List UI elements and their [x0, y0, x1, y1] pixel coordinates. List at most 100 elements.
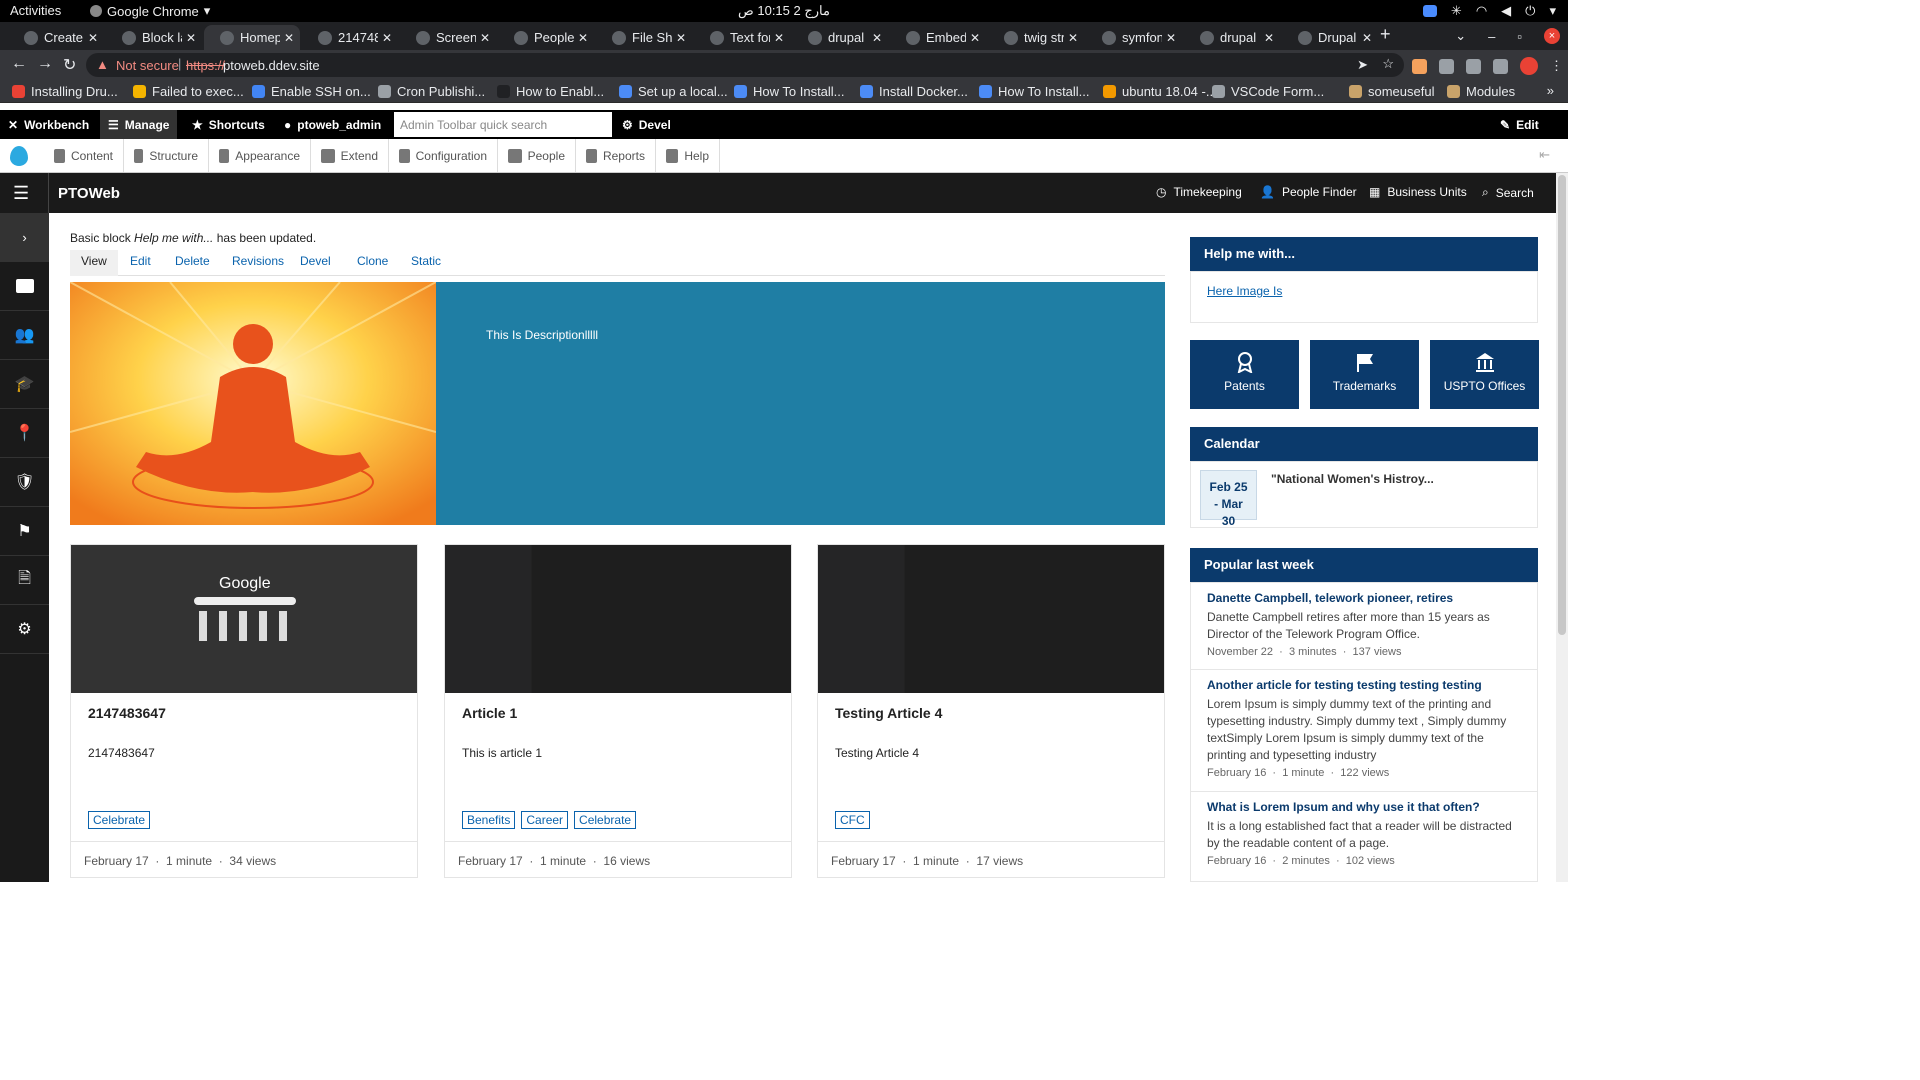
site-nav-business-units[interactable]: ▦ Business Units [1369, 185, 1467, 199]
bookmark-item[interactable]: Set up a local... [619, 84, 728, 99]
bookmark-item[interactable]: How to Enabl... [497, 84, 604, 99]
tag[interactable]: Career [521, 811, 569, 829]
site-nav-timekeeping[interactable]: ◷ Timekeeping [1156, 185, 1242, 199]
tag[interactable]: Celebrate [574, 811, 637, 829]
system-tray[interactable]: ✳ ◠ ◀ ⏻ ▾ [1422, 3, 1556, 19]
puzzle-icon[interactable] [1466, 58, 1481, 74]
close-tab-icon[interactable]: ✕ [970, 31, 980, 45]
site-title[interactable]: PTOWeb [58, 185, 120, 202]
tab-search-icon[interactable]: ⌄ [1455, 28, 1466, 44]
close-tab-icon[interactable]: ✕ [186, 31, 196, 45]
menu-dots-icon[interactable]: ⋮ [1550, 58, 1563, 74]
toolbar-manage[interactable]: ☰ Manage [100, 110, 178, 139]
hamburger-icon[interactable]: ☰ [13, 183, 29, 204]
toolbar-user[interactable]: ● ptoweb_admin [276, 110, 389, 139]
tag[interactable]: Celebrate [88, 811, 151, 829]
browser-tab[interactable]: 2147483 ✕ [302, 25, 398, 50]
close-tab-icon[interactable]: ✕ [774, 31, 784, 45]
close-tab-icon[interactable]: ✕ [88, 31, 98, 45]
forward-icon[interactable]: → [37, 55, 53, 73]
local-task-view[interactable]: View [70, 250, 118, 276]
drupal-logo-icon[interactable] [0, 139, 40, 172]
tray-item-configuration[interactable]: Configuration [389, 139, 498, 172]
help-link[interactable]: Here Image Is [1207, 284, 1282, 298]
tray-item-structure[interactable]: Structure [124, 139, 209, 172]
bookmark-star-icon[interactable]: ☆ [1382, 56, 1394, 72]
close-tab-icon[interactable]: ✕ [1264, 31, 1274, 45]
site-nav-search[interactable]: ⌕ Search [1482, 185, 1534, 200]
popular-item-title[interactable]: What is Lorem Ipsum and why use it that … [1207, 800, 1521, 814]
popular-item-title[interactable]: Danette Campbell, telework pioneer, reti… [1207, 591, 1521, 605]
bookmark-item[interactable]: How To Install... [979, 84, 1090, 99]
tray-item-people[interactable]: People [498, 139, 576, 172]
close-tab-icon[interactable]: ✕ [872, 31, 882, 45]
close-tab-icon[interactable]: ✕ [578, 31, 588, 45]
close-tab-icon[interactable]: ✕ [480, 31, 490, 45]
close-tab-icon[interactable]: ✕ [382, 31, 392, 45]
popular-item[interactable]: What is Lorem Ipsum and why use it that … [1190, 800, 1538, 867]
close-tab-icon[interactable]: ✕ [1362, 31, 1372, 45]
expand-icon[interactable]: › [0, 213, 49, 262]
tag[interactable]: CFC [835, 811, 870, 829]
browser-tab[interactable]: Text for ✕ [694, 25, 790, 50]
shield-search-icon[interactable]: 🛡 [0, 458, 49, 507]
gear-alert-icon[interactable]: ⚙ [0, 605, 49, 654]
tray-item-extend[interactable]: Extend [311, 139, 389, 172]
bookmark-item[interactable]: VSCode Form... [1212, 84, 1324, 99]
quick-link-trademarks[interactable]: Trademarks [1310, 340, 1419, 409]
browser-tab[interactable]: Embedo ✕ [890, 25, 986, 50]
bookmark-item[interactable]: someuseful [1349, 84, 1434, 99]
popular-item[interactable]: Another article for testing testing test… [1190, 678, 1538, 779]
minimize-icon[interactable]: – [1488, 29, 1495, 44]
more-bookmarks-icon[interactable]: » [1547, 83, 1554, 98]
warning-icon[interactable]: ▲ [96, 57, 109, 72]
close-tab-icon[interactable]: ✕ [284, 31, 294, 45]
bookmark-item[interactable]: Install Docker... [860, 84, 968, 99]
send-icon[interactable]: ➤ [1357, 57, 1368, 73]
close-window-icon[interactable]: × [1544, 28, 1560, 44]
tray-item-appearance[interactable]: Appearance [209, 139, 311, 172]
tag[interactable]: Benefits [462, 811, 516, 829]
back-icon[interactable]: ← [11, 55, 27, 73]
bookmark-item[interactable]: Enable SSH on... [252, 84, 371, 99]
extension-icon[interactable] [1412, 58, 1427, 74]
page-scrollbar[interactable] [1556, 173, 1568, 882]
tray-item-reports[interactable]: Reports [576, 139, 656, 172]
flag-icon[interactable]: ⚑ [0, 507, 49, 556]
local-task-edit[interactable]: Edit [119, 250, 162, 276]
quick-link-offices[interactable]: USPTO Offices [1430, 340, 1539, 409]
browser-tab[interactable]: drupal 8 ✕ [792, 25, 888, 50]
browser-tab[interactable]: Screens ✕ [400, 25, 496, 50]
bookmark-item[interactable]: ubuntu 18.04 -... [1103, 84, 1217, 99]
restore-icon[interactable]: ▫ [1517, 29, 1522, 44]
tray-item-content[interactable]: Content [44, 139, 124, 172]
not-secure-label[interactable]: Not secure [116, 58, 179, 73]
avatar[interactable] [1520, 57, 1538, 75]
local-task-delete[interactable]: Delete [164, 250, 221, 276]
toolbar-shortcuts[interactable]: ★ Shortcuts [184, 110, 273, 139]
article-card[interactable]: Google 2147483647 2147483647 Celebrate F… [70, 544, 418, 878]
bookmark-item[interactable]: Modules [1447, 84, 1515, 99]
toolbar-edit[interactable]: ✎ Edit [1492, 110, 1547, 139]
sidebar-icon[interactable] [1493, 58, 1508, 74]
article-card[interactable]: Article 1 This is article 1 Benefits Car… [444, 544, 792, 878]
admin-quick-search-input[interactable]: Admin Toolbar quick search [394, 112, 612, 137]
browser-tab[interactable]: drupal 8 ✕ [1184, 25, 1280, 50]
browser-tab[interactable]: Homepa ✕ [204, 25, 300, 50]
card-title[interactable]: 2147483647 [88, 705, 166, 721]
document-icon[interactable]: 🗎 [0, 556, 49, 605]
local-task-static[interactable]: Static [400, 250, 452, 276]
bookmark-item[interactable]: How To Install... [734, 84, 845, 99]
browser-tab[interactable]: twig str ✕ [988, 25, 1084, 50]
toolbar-workbench[interactable]: ✕ Workbench [0, 110, 97, 139]
quick-link-patents[interactable]: Patents [1190, 340, 1299, 409]
bookmark-item[interactable]: Installing Dru... [12, 84, 118, 99]
site-nav-people-finder[interactable]: 👤 People Finder [1260, 185, 1357, 199]
popular-item-title[interactable]: Another article for testing testing test… [1207, 678, 1521, 692]
toolbar-devel[interactable]: ⚙ Devel [614, 110, 679, 139]
browser-tab[interactable]: symfony ✕ [1086, 25, 1182, 50]
people-icon[interactable]: 👥 [0, 311, 49, 360]
browser-tab[interactable]: Create A ✕ [8, 25, 104, 50]
bookmark-item[interactable]: Failed to exec... [133, 84, 244, 99]
map-pin-icon[interactable]: 📍 [0, 409, 49, 458]
